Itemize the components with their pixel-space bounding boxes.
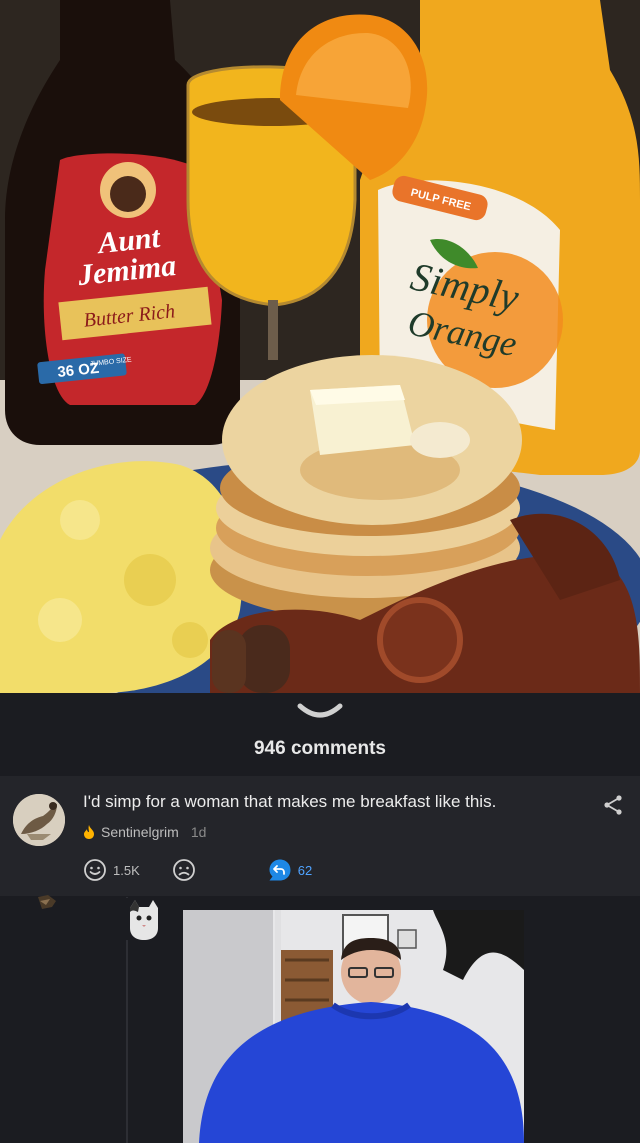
upvote-button[interactable]: 1.5K [83,858,140,882]
frown-face-icon [172,859,195,881]
upvote-count: 1.5K [113,862,140,878]
reply-image[interactable] [183,910,524,1143]
reply-count: 62 [297,862,313,878]
post-image[interactable]: Aunt Jemima Butter Rich 36 OZ JUMBO SIZE… [0,0,640,693]
chevron-down-icon[interactable] [296,700,344,722]
avatar[interactable] [34,893,64,915]
comment-text: I'd simp for a woman that makes me break… [83,792,497,811]
downvote-button[interactable] [172,858,196,882]
comment-age: 1d [190,824,207,840]
avatar[interactable] [126,898,162,940]
reply-arrow-icon [269,859,291,881]
share-icon[interactable] [602,794,624,816]
comment-author[interactable]: Sentinelgrim [101,822,179,842]
flame-icon [84,825,94,839]
comments-count[interactable]: 946 comments [0,733,640,775]
avatar[interactable] [13,794,65,846]
comment-card: I'd simp for a woman that makes me break… [0,776,640,896]
comment-actions: 1.5K 62 [83,856,312,884]
reply-button[interactable]: 62 [268,858,312,882]
smile-face-icon [84,859,106,881]
comment-meta: Sentinelgrim 1d [83,822,206,842]
